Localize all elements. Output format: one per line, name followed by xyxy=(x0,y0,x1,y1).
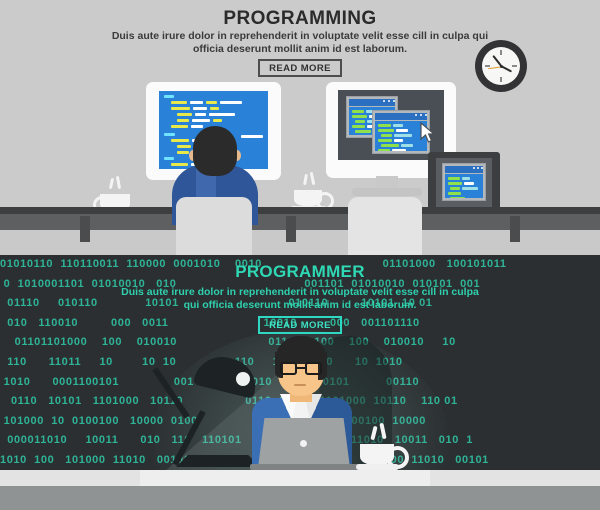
tablet-code-window xyxy=(442,163,486,201)
right-monitor-screen xyxy=(338,90,444,160)
top-banner-title: PROGRAMMING xyxy=(223,8,377,29)
desk-leg xyxy=(80,216,90,242)
top-banner-programming: PROGRAMMING Duis aute irure dolor in rep… xyxy=(0,0,600,255)
office-chair-left xyxy=(176,197,252,255)
promo-banner-set: PROGRAMMING Duis aute irure dolor in rep… xyxy=(0,0,600,510)
bottom-banner-subtitle: Duis aute irure dolor in reprehenderit i… xyxy=(120,286,480,312)
bottom-read-more-button[interactable]: READ MORE xyxy=(258,316,342,334)
programmer-mouth xyxy=(294,384,306,386)
laptop-logo-icon xyxy=(300,440,307,447)
top-banner-subtitle: Duis aute irure dolor in reprehenderit i… xyxy=(100,30,500,56)
coffee-cup-bottom xyxy=(356,422,409,474)
desk-lamp-base xyxy=(176,455,260,467)
mouse-cursor-icon xyxy=(420,122,436,143)
programmer-eyebrow-left xyxy=(281,357,295,360)
right-monitor-base xyxy=(352,188,422,196)
developer-head xyxy=(193,126,237,176)
bottom-subtitle-line-1: Duis aute irure dolor in reprehenderit i… xyxy=(121,286,437,298)
desk-leg xyxy=(510,216,520,242)
glasses-bridge xyxy=(297,367,305,369)
desk-lamp-bulb xyxy=(236,372,250,386)
desk-leg xyxy=(286,216,296,242)
top-read-more-button[interactable]: READ MORE xyxy=(258,59,342,77)
top-subtitle-line-1: Duis aute irure dolor in reprehenderit i… xyxy=(111,30,427,42)
programmer-eyebrow-right xyxy=(307,357,321,360)
glasses-lens-right xyxy=(305,362,322,375)
office-chair-right xyxy=(348,197,422,255)
tablet-screen xyxy=(436,158,492,208)
bottom-desk-front xyxy=(0,486,600,510)
glasses-lens-left xyxy=(280,362,297,375)
bottom-banner-title: PROGRAMMER xyxy=(235,262,365,281)
